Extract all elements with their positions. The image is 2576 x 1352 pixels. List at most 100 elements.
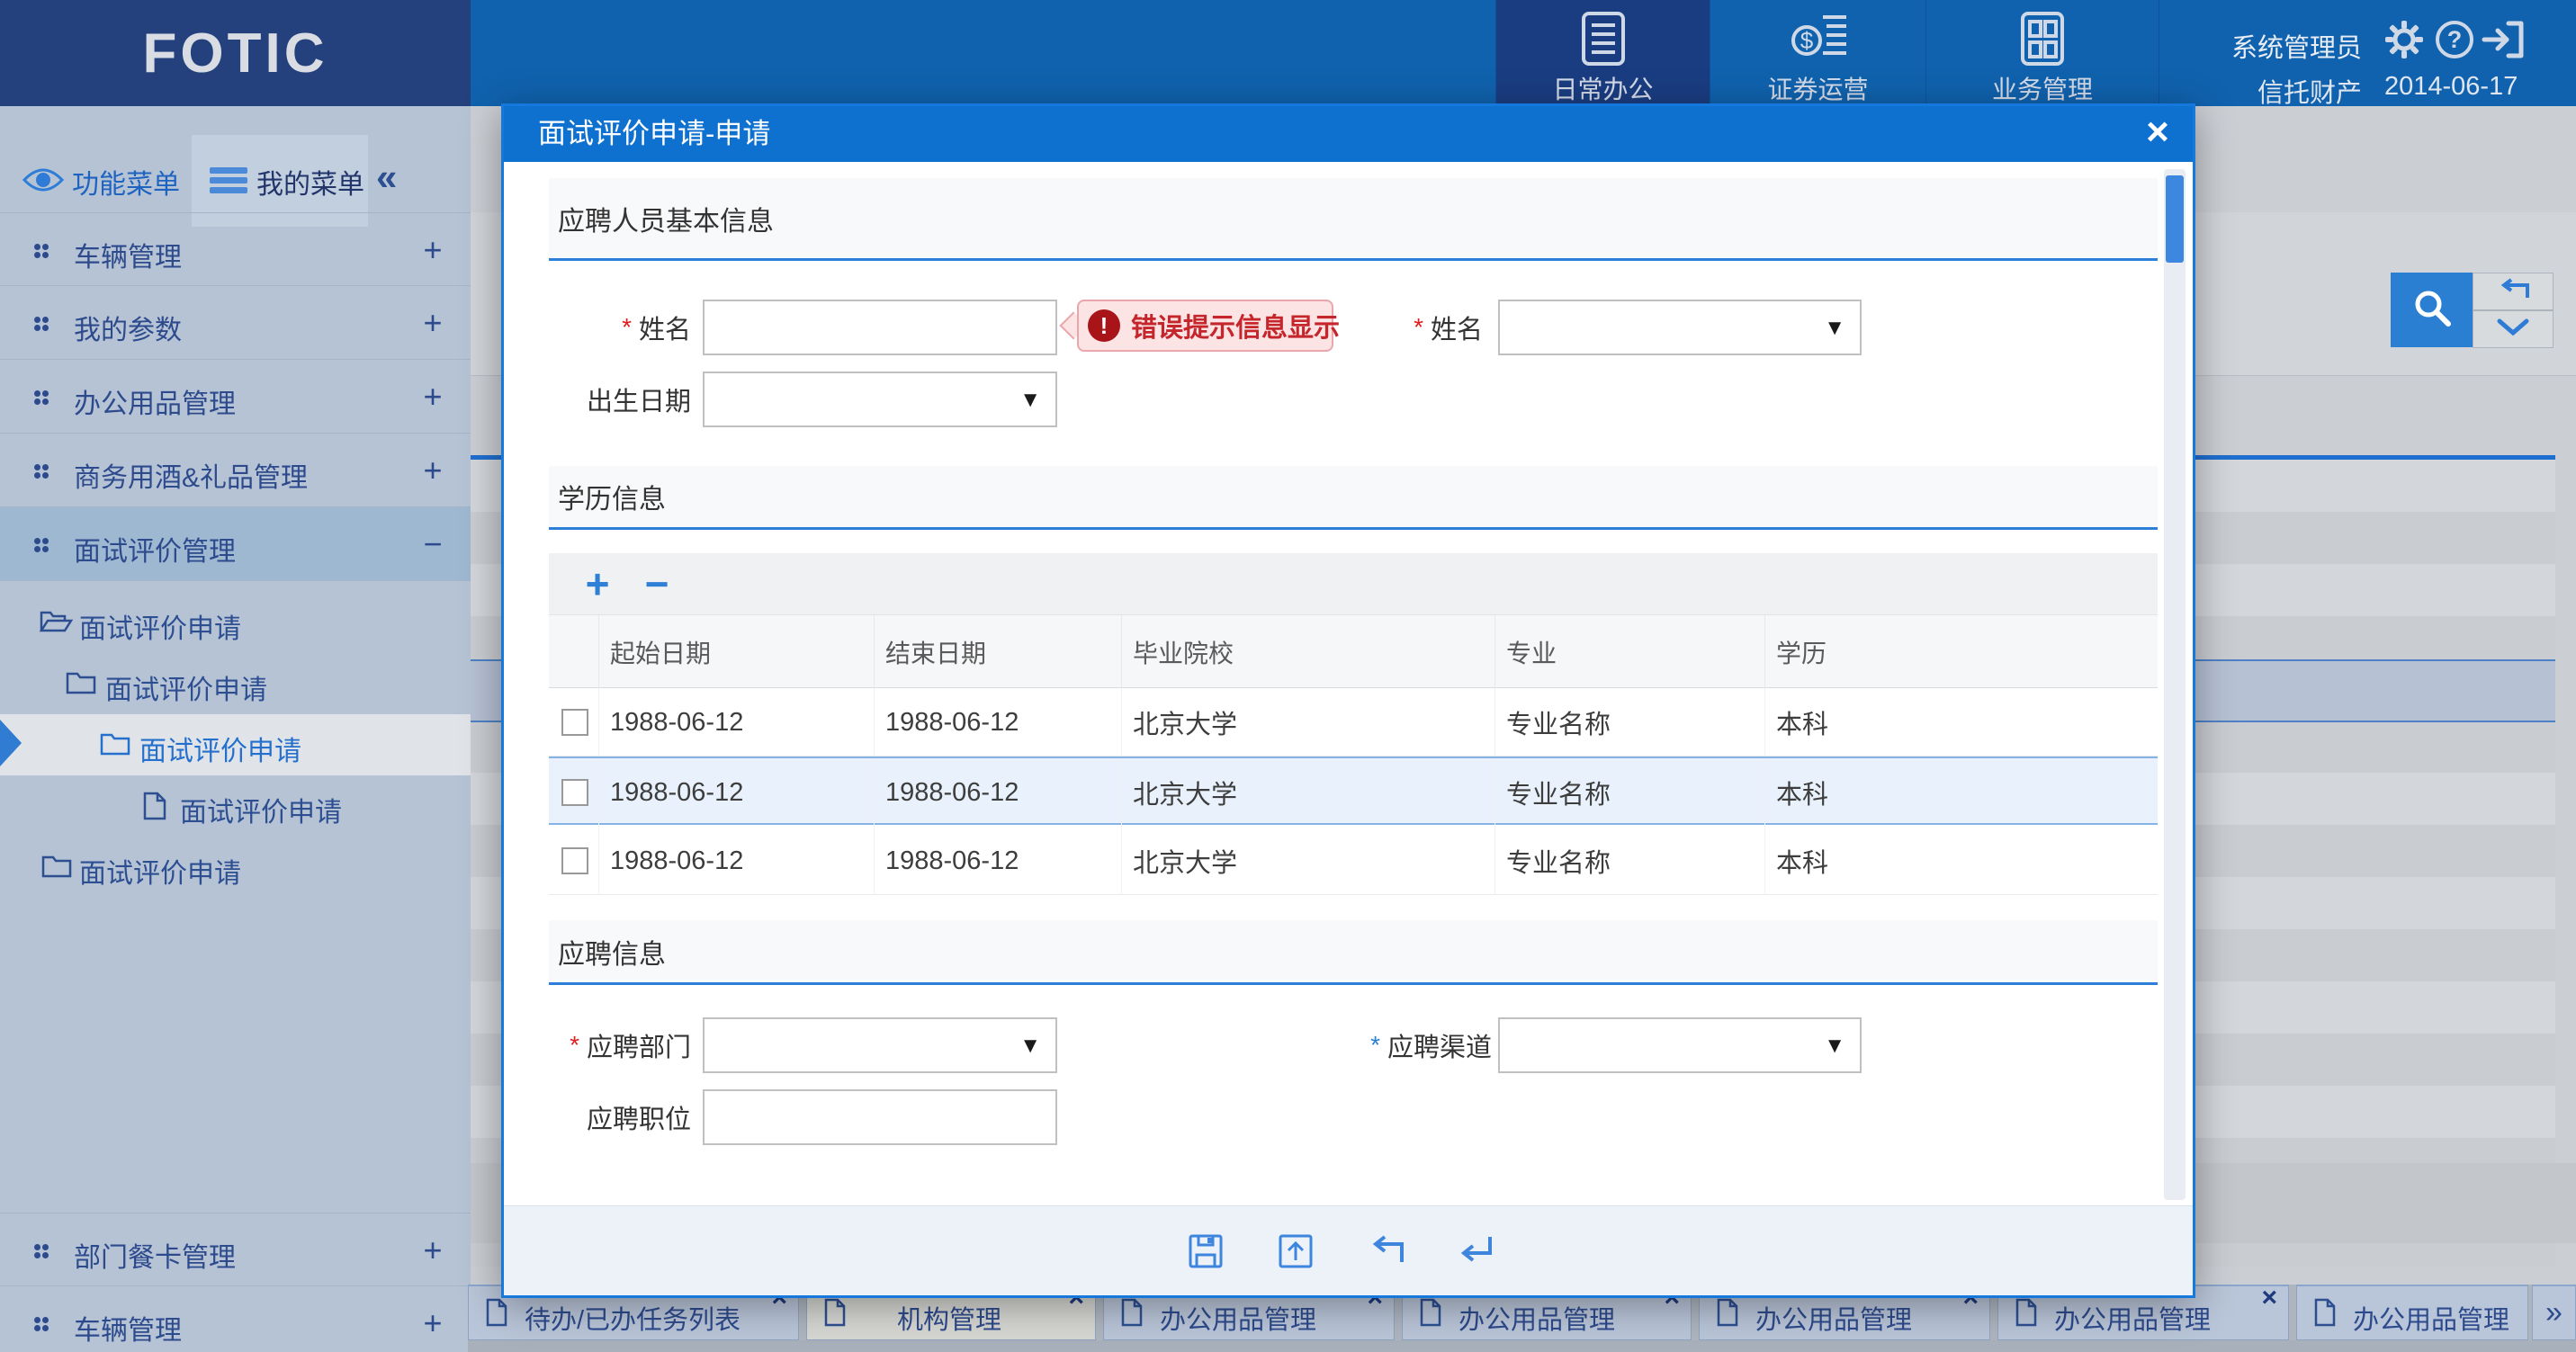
menu-label: 商务用酒&礼品管理 bbox=[74, 455, 308, 495]
folder-icon bbox=[65, 669, 97, 701]
name2-select[interactable]: ▼ bbox=[1498, 300, 1862, 355]
menu-label: 面试评价管理 bbox=[74, 529, 236, 569]
expand-icon[interactable]: + bbox=[413, 231, 453, 269]
expand-search-button[interactable] bbox=[2473, 310, 2554, 348]
expand-icon[interactable]: + bbox=[413, 304, 453, 342]
error-text: 错误提示信息显示 bbox=[1131, 307, 1340, 345]
tab-overflow-button[interactable]: » bbox=[2532, 1285, 2576, 1340]
sidebar-item-business-wine-gifts[interactable]: 商务用酒&礼品管理 + bbox=[0, 434, 471, 507]
expand-icon[interactable]: + bbox=[413, 378, 453, 416]
menu-label: 车辆管理 bbox=[74, 1308, 182, 1348]
sidebar-item-dept-meal-card[interactable]: 部门餐卡管理 + bbox=[0, 1213, 471, 1286]
search-icon bbox=[2410, 285, 2455, 335]
topnav-label: 日常办公 bbox=[1552, 70, 1653, 106]
topnav-business[interactable]: 业务管理 bbox=[1925, 0, 2159, 106]
row-checkbox[interactable] bbox=[561, 847, 588, 874]
interview-eval-request-dialog: 面试评价申请-申请 × 应聘人员基本信息 * 姓名 ! 错误提示信息显示 * 姓… bbox=[501, 103, 2195, 1298]
sidebar-item-my-params[interactable]: 我的参数 + bbox=[0, 286, 471, 360]
topnav-daily-office[interactable]: 日常办公 bbox=[1495, 0, 1710, 106]
col-degree: 学历 bbox=[1764, 615, 2158, 689]
dialog-title: 面试评价申请-申请 bbox=[538, 106, 770, 162]
dropdown-arrow-icon: ▼ bbox=[1019, 1034, 1041, 1059]
tree-item-interview-eval-request-2[interactable]: 面试评价申请 bbox=[0, 653, 471, 714]
cell-major: 专业名称 bbox=[1494, 827, 1764, 895]
expand-icon[interactable]: + bbox=[413, 452, 453, 489]
sidebar-collapse-button[interactable]: « bbox=[376, 156, 397, 199]
cell-degree: 本科 bbox=[1764, 758, 2158, 827]
sidebar-tab-my-menu[interactable]: 我的菜单 bbox=[256, 162, 364, 201]
file-icon bbox=[141, 792, 168, 825]
cell-start-date: 1988-06-12 bbox=[598, 758, 874, 827]
search-button[interactable] bbox=[2391, 273, 2473, 347]
cell-school: 北京大学 bbox=[1121, 827, 1494, 895]
education-grid-toolbar: + − bbox=[549, 553, 2158, 614]
sidebar-item-vehicle-mgmt-2[interactable]: 车辆管理 + bbox=[0, 1286, 471, 1352]
birthdate-select[interactable]: ▼ bbox=[703, 372, 1057, 427]
tree-label: 面试评价申请 bbox=[79, 851, 241, 891]
close-icon[interactable]: × bbox=[2261, 1283, 2277, 1313]
tree-label: 面试评价申请 bbox=[139, 729, 301, 768]
menu-dots-icon bbox=[34, 317, 40, 323]
document-list-icon bbox=[1575, 9, 1632, 68]
logout-icon bbox=[2482, 20, 2528, 64]
settings-button[interactable] bbox=[2383, 20, 2426, 63]
expand-icon[interactable]: + bbox=[413, 1304, 453, 1342]
collapse-icon[interactable]: − bbox=[413, 525, 453, 563]
grid-icon bbox=[2014, 9, 2071, 68]
tree-item-interview-eval-request-1[interactable]: 面试评价申请 bbox=[0, 592, 471, 653]
row-checkbox[interactable] bbox=[561, 709, 588, 736]
education-row-2-selected[interactable]: 1988-06-12 1988-06-12 北京大学 专业名称 本科 bbox=[549, 757, 2158, 825]
education-table-header: 起始日期 结束日期 毕业院校 专业 学历 bbox=[549, 614, 2158, 688]
apply-channel-select[interactable]: ▼ bbox=[1498, 1017, 1862, 1073]
required-mark-blue: * bbox=[1370, 1031, 1380, 1060]
folder-icon bbox=[99, 730, 131, 762]
svg-text:?: ? bbox=[2447, 26, 2463, 53]
education-row-3[interactable]: 1988-06-12 1988-06-12 北京大学 专业名称 本科 bbox=[549, 827, 2158, 895]
eye-icon bbox=[22, 166, 64, 198]
checkbox-column-header bbox=[549, 615, 598, 689]
cell-degree: 本科 bbox=[1764, 688, 2158, 757]
remove-row-button[interactable]: − bbox=[632, 553, 682, 614]
name-input[interactable] bbox=[703, 300, 1057, 355]
tab-office-supplies-5[interactable]: 办公用品管理 bbox=[2296, 1285, 2528, 1340]
logout-button[interactable] bbox=[2483, 20, 2527, 63]
tab-label: 办公用品管理 bbox=[1160, 1299, 1316, 1337]
close-icon[interactable]: × bbox=[2135, 110, 2180, 155]
reset-icon bbox=[2495, 278, 2531, 306]
upload-button[interactable] bbox=[1276, 1231, 1315, 1271]
undo-button[interactable] bbox=[1367, 1231, 1406, 1271]
col-start-date: 起始日期 bbox=[598, 615, 874, 689]
help-button[interactable]: ? bbox=[2433, 20, 2476, 63]
tree-item-interview-eval-request-selected[interactable]: 面试评价申请 bbox=[0, 714, 471, 775]
section-basic-info: 应聘人员基本信息 bbox=[549, 178, 2158, 261]
current-date: 2014-06-17 bbox=[2384, 72, 2537, 102]
add-row-button[interactable]: + bbox=[572, 553, 623, 614]
page-icon bbox=[485, 1298, 508, 1331]
reset-button[interactable] bbox=[2473, 273, 2554, 310]
enter-button[interactable] bbox=[1455, 1231, 1494, 1271]
sidebar: 功能菜单 我的菜单 « 车辆管理 + 我的参数 + 办公用品管理 + 商务用酒&… bbox=[0, 106, 471, 1352]
dialog-scrollbar-thumb[interactable] bbox=[2166, 175, 2184, 263]
topnav-label: 证券运营 bbox=[1767, 70, 1868, 106]
topnav-label: 业务管理 bbox=[1992, 70, 2093, 106]
topnav-securities[interactable]: $ 证券运营 bbox=[1710, 0, 1925, 106]
user-org: 信托财产 bbox=[2218, 72, 2362, 110]
sidebar-item-vehicle-mgmt[interactable]: 车辆管理 + bbox=[0, 212, 471, 286]
apply-position-input[interactable] bbox=[703, 1089, 1057, 1145]
apply-dept-select[interactable]: ▼ bbox=[703, 1017, 1057, 1073]
dialog-titlebar[interactable]: 面试评价申请-申请 × bbox=[504, 106, 2193, 162]
tree-label: 面试评价申请 bbox=[180, 790, 342, 829]
sidebar-item-interview-eval-mgmt[interactable]: 面试评价管理 − bbox=[0, 507, 471, 581]
tree-label: 面试评价申请 bbox=[105, 667, 267, 707]
tree-item-interview-eval-request-leaf[interactable]: 面试评价申请 bbox=[0, 775, 471, 837]
chevron-down-icon bbox=[2497, 318, 2529, 341]
expand-icon[interactable]: + bbox=[413, 1231, 453, 1269]
cell-start-date: 1988-06-12 bbox=[598, 688, 874, 757]
tree-item-interview-eval-request-3[interactable]: 面试评价申请 bbox=[0, 837, 471, 898]
education-row-1[interactable]: 1988-06-12 1988-06-12 北京大学 专业名称 本科 bbox=[549, 688, 2158, 757]
sidebar-item-office-supplies[interactable]: 办公用品管理 + bbox=[0, 360, 471, 434]
row-checkbox[interactable] bbox=[561, 779, 588, 806]
sidebar-tab-function-menu[interactable]: 功能菜单 bbox=[72, 162, 180, 201]
save-button[interactable] bbox=[1186, 1231, 1225, 1271]
gear-icon bbox=[2383, 19, 2425, 65]
